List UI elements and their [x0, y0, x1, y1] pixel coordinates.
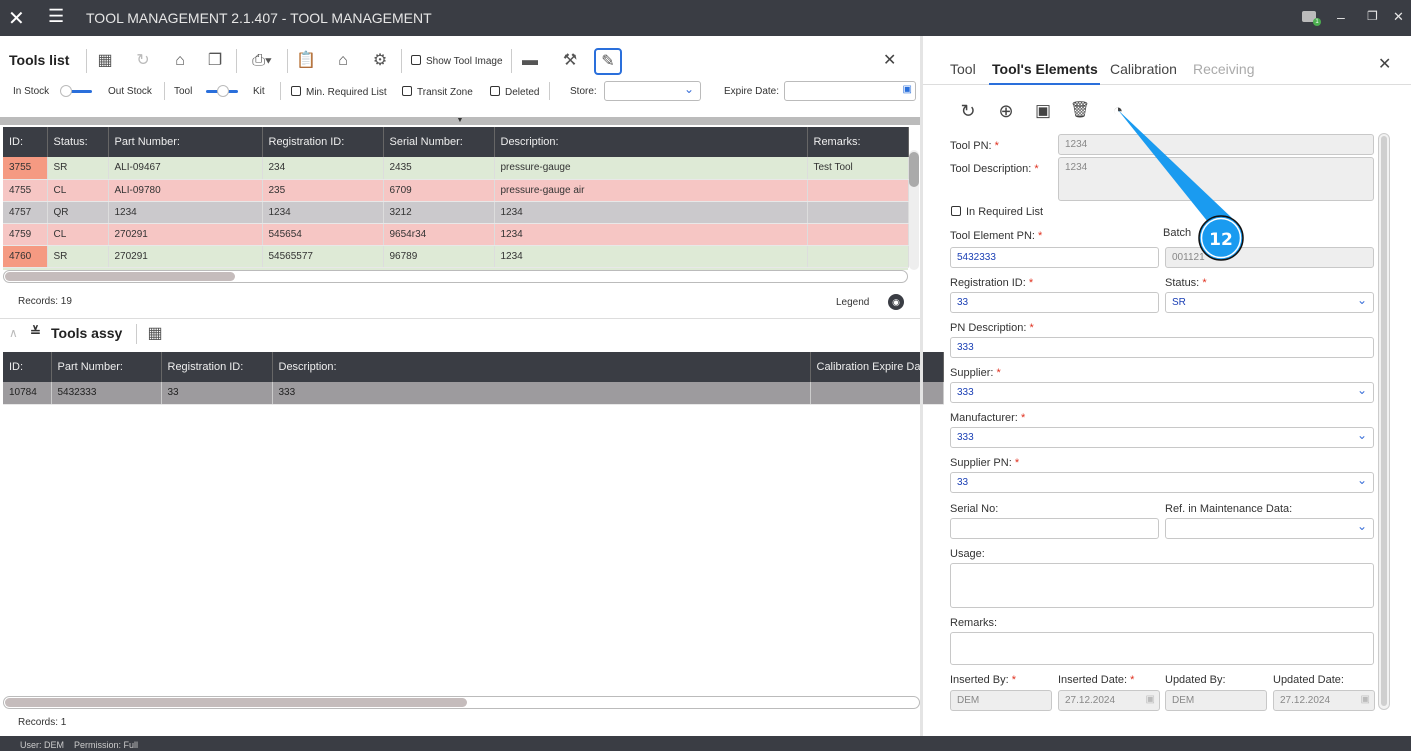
status-user: User: DEM	[20, 740, 65, 750]
callout-annotation: 12	[1118, 110, 1244, 261]
callout-number: 12	[1209, 230, 1233, 250]
status-bar: User: DEM Permission: Full	[0, 736, 1411, 751]
callout-pointer	[1118, 110, 1232, 222]
status-permission: Permission: Full	[74, 740, 139, 750]
